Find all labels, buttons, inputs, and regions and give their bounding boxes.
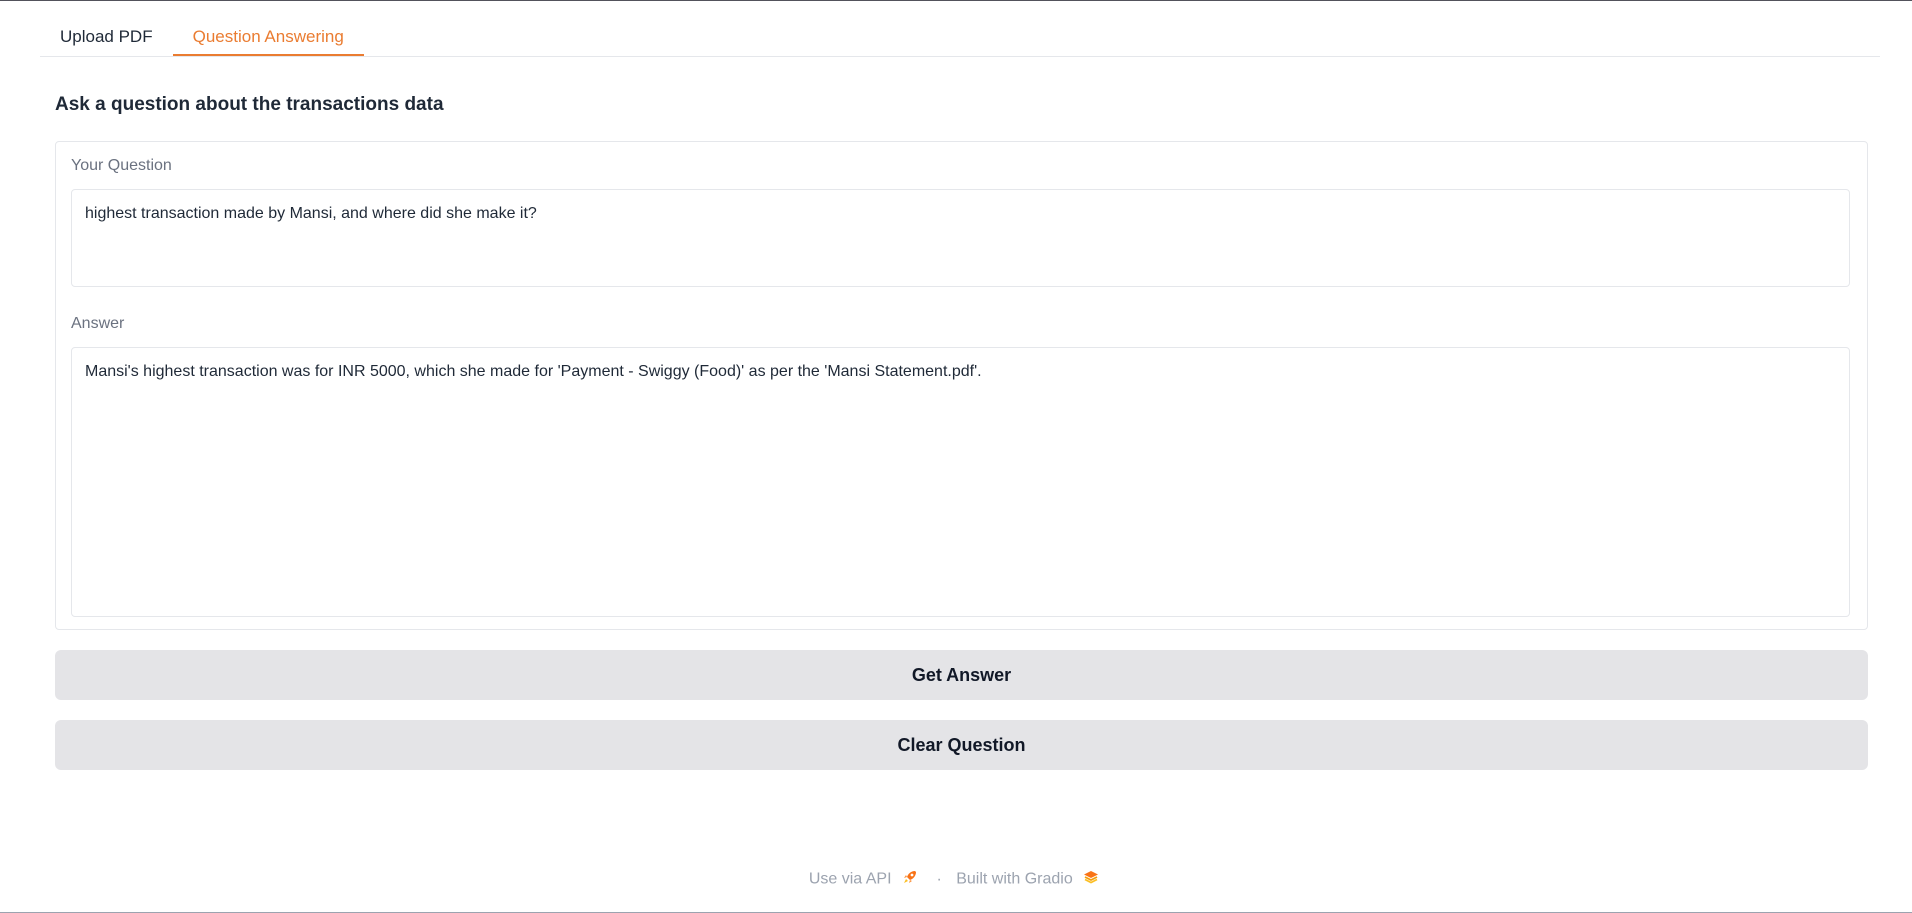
answer-output[interactable]: Mansi's highest transaction was for INR … (71, 347, 1850, 617)
use-via-api-link[interactable]: Use via API (809, 871, 892, 888)
tab-upload-pdf[interactable]: Upload PDF (40, 18, 173, 56)
question-label: Your Question (71, 157, 172, 174)
answer-label: Answer (71, 315, 125, 332)
built-with-gradio-link[interactable]: Built with Gradio (956, 871, 1073, 888)
qa-panel: Your Question highest transaction made b… (55, 141, 1868, 630)
tab-bar: Upload PDF Question Answering (40, 18, 1880, 57)
question-input[interactable]: highest transaction made by Mansi, and w… (71, 189, 1850, 287)
footer: Use via API · Built with Gradio (0, 869, 1912, 890)
gradio-logo-icon (1083, 870, 1099, 889)
footer-separator: · (936, 870, 942, 888)
clear-question-button[interactable]: Clear Question (55, 720, 1868, 770)
section-heading: Ask a question about the transactions da… (55, 94, 444, 115)
rocket-icon (902, 869, 918, 890)
get-answer-button[interactable]: Get Answer (55, 650, 1868, 700)
tab-question-answering[interactable]: Question Answering (172, 18, 364, 56)
